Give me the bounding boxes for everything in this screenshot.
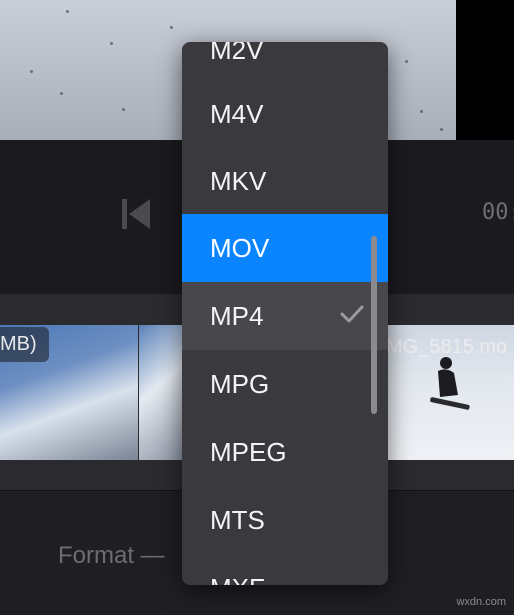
format-option[interactable]: MPEG: [182, 418, 388, 486]
format-option[interactable]: MTS: [182, 486, 388, 554]
format-option-label: MXF: [210, 573, 265, 586]
timecode: 00:: [482, 200, 514, 225]
format-dropdown-menu[interactable]: M2V M4V MKV MOV MP4 MPG MPEG MTS MXF: [182, 42, 388, 585]
clip-size-label: MB): [0, 327, 49, 362]
clip-filename-label: MG_5815.mo: [386, 336, 508, 358]
format-option[interactable]: MKV: [182, 147, 388, 215]
watermark: wxdn.com: [456, 596, 506, 608]
format-option[interactable]: M2V: [182, 42, 388, 84]
skip-to-start-icon[interactable]: [120, 196, 160, 232]
dropdown-scrollbar[interactable]: [371, 236, 377, 414]
format-option-label: MKV: [210, 165, 267, 196]
format-option-label: MPG: [210, 368, 270, 399]
format-option-label: M4V: [210, 98, 264, 129]
format-option-label: MOV: [210, 232, 270, 263]
format-option-label: MTS: [210, 504, 265, 535]
format-option-selected[interactable]: MP4: [182, 282, 388, 350]
preview-letterbox: [456, 0, 514, 140]
clip-thumbnail[interactable]: [138, 325, 183, 460]
format-option[interactable]: MPG: [182, 350, 388, 418]
format-option[interactable]: M4V: [182, 80, 388, 148]
format-option-label: MP4: [210, 300, 264, 331]
format-label: Format —: [58, 542, 165, 569]
format-option[interactable]: MXF: [182, 554, 388, 586]
format-option-label: MPEG: [210, 436, 287, 467]
format-option-label: M2V: [210, 42, 264, 65]
checkmark-icon: [340, 305, 364, 323]
format-option-highlighted[interactable]: MOV: [182, 214, 388, 282]
snowboarder-figure: [430, 357, 470, 410]
